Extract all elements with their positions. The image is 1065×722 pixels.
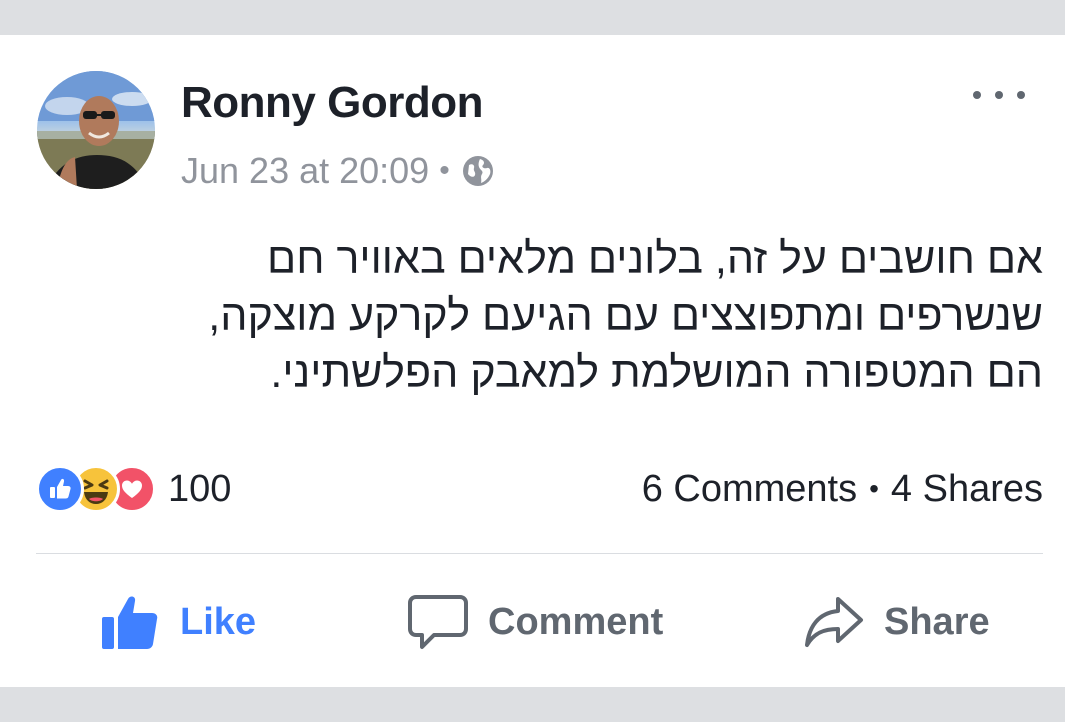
meta-separator: • <box>439 154 450 187</box>
comments-count[interactable]: 6 Comments <box>642 468 857 511</box>
like-button[interactable]: Like <box>100 590 256 654</box>
post-stats: 6 Comments • 4 Shares <box>642 466 1043 512</box>
reactions-summary[interactable]: 100 <box>36 465 232 513</box>
post-text-line: הם המטפורה המושלמת למאבק הפלשתיני. <box>270 349 1043 397</box>
post-text-line: אם חושבים על זה, בלונים מלאים באוויר חם <box>267 235 1043 283</box>
more-options-icon[interactable] <box>973 83 1025 107</box>
like-label: Like <box>180 600 257 643</box>
globe-icon[interactable] <box>460 153 496 189</box>
shares-count[interactable]: 4 Shares <box>891 468 1043 511</box>
avatar[interactable] <box>37 71 155 189</box>
more-dot <box>995 91 1003 99</box>
comment-button[interactable]: Comment <box>408 590 663 654</box>
avatar-photo <box>37 71 155 189</box>
share-arrow-icon <box>805 597 863 647</box>
stats-separator: • <box>869 473 879 504</box>
post-text-line: שנשרפים ומתפוצצים עם הגיעם לקרקע מוצקה, <box>208 292 1043 340</box>
comment-bubble-icon <box>408 595 468 649</box>
post-meta: Jun 23 at 20:09 • <box>181 149 496 193</box>
thumbs-up-icon <box>102 596 158 649</box>
author-name[interactable]: Ronny Gordon <box>181 77 483 129</box>
post-timestamp[interactable]: Jun 23 at 20:09 <box>181 150 429 192</box>
share-button[interactable]: Share <box>804 590 990 654</box>
more-dot <box>1017 91 1025 99</box>
divider <box>36 553 1043 554</box>
post-card: Ronny Gordon Jun 23 at 20:09 • אם חושבים… <box>0 35 1065 687</box>
more-dot <box>973 91 981 99</box>
comment-label: Comment <box>488 600 664 643</box>
action-bar: Like Comment Share <box>0 590 1065 654</box>
like-reaction-icon <box>36 465 84 513</box>
reaction-count: 100 <box>168 467 232 510</box>
post-text: אם חושבים על זה, בלונים מלאים באוויר חם … <box>40 231 1043 402</box>
share-label: Share <box>884 600 990 643</box>
